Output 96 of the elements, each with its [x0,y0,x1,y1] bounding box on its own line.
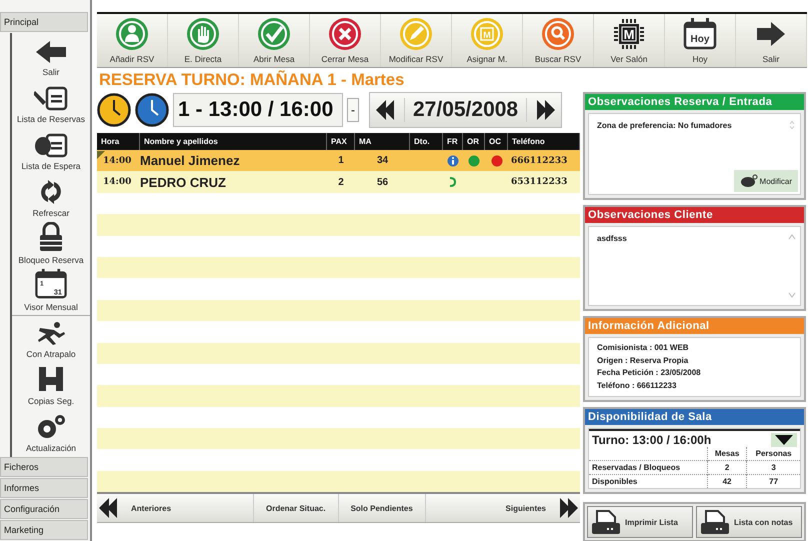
column-header: OR [463,133,485,150]
sidebar-section[interactable]: Informes [0,478,88,498]
table-cell: 653112233 [511,177,568,188]
toolbar-button[interactable]: Salir [736,14,807,67]
dropdown-icon [774,434,794,446]
column-header: Nombre y apellidos [140,133,327,150]
table-cell: 666112233 [511,156,568,166]
sidebar-item[interactable]: Bloqueo Reserva [18,255,84,265]
toolbar-button[interactable]: Buscar RSV [523,14,594,67]
table-cell: 56 [376,176,388,188]
sidebar-tab[interactable]: Principal [0,12,88,32]
clock-icon [97,93,131,127]
sidebar-item[interactable]: Refrescar [32,208,70,218]
table-cell: 34 [376,155,388,166]
table-cell: 42 [722,477,732,486]
toolbar-button[interactable]: Modificar RSV [381,14,452,67]
sidebar-item[interactable]: Lista de Espera [21,161,81,171]
next-icon[interactable] [535,98,558,122]
table-cell: PEDRO CRUZ [140,174,226,190]
runner-icon [36,320,66,346]
toolbar-button[interactable]: Añadir RSV [97,14,168,67]
info-line: Fecha Petición : 23/05/2008 [597,367,702,379]
panel-header: Información Adicional [585,318,804,334]
shift-label: Turno: 13:00 / 16:00h [592,433,712,447]
table-cell: 1 [338,155,344,166]
next-icon [558,496,580,520]
panel-header: Observaciones Cliente [585,207,804,223]
column-header: OC [485,133,508,150]
footer-button[interactable]: Solo Pendientes [338,494,426,522]
scroll-down-icon [787,291,797,299]
document-icon [34,132,68,158]
dropdown-button[interactable] [771,433,797,447]
scroll-down-icon [787,125,797,130]
footer-button[interactable]: Siguientes [494,494,558,522]
printer-icon [591,509,621,535]
table-row[interactable]: 14:00 Manuel Jimenez 1 34 666112233 [97,150,580,172]
shift-dropdown-button[interactable]: - [347,98,359,122]
column-header: Dto. [410,133,443,150]
table-cell: Manuel Jimenez [140,153,240,168]
column-header: Hora [97,133,140,150]
toolbar-button[interactable]: M Ver Salón [594,14,665,67]
scroll-up-icon [787,233,797,241]
gears-icon [35,414,67,440]
chip-icon: M [469,16,505,52]
panel-header: Disponibilidad de Sala [585,409,804,425]
column-header: Mesas [714,449,740,458]
sidebar-section[interactable]: Configuración [0,499,88,519]
print-button[interactable]: Lista con notas [696,506,802,538]
table-cell: 77 [769,477,778,486]
toolbar-button[interactable]: Hoy Hoy [665,14,736,67]
sidebar-item[interactable]: Visor Mensual [24,302,78,312]
table-cell: 2 [338,176,344,188]
column-header: Teléfono [508,133,580,150]
date-display: 27/05/2008 [404,98,528,122]
toolbar-button[interactable]: Cerrar Mesa [310,14,381,67]
column-header: PAX [327,133,355,150]
toolbar-button[interactable]: E. Directa [168,14,239,67]
scroll-up-icon [787,120,797,125]
table-cell: 2 [724,463,730,472]
arrow-left-icon [34,40,68,64]
modify-button[interactable]: Modificar [734,170,798,192]
info-line: Origen : Reserva Propia [597,354,690,367]
toolbar-button[interactable]: Abrir Mesa [239,14,310,67]
previous-icon [97,496,119,520]
clock-icon [135,93,169,127]
sidebar-item[interactable]: Copias Seg. [28,396,74,406]
footer-button[interactable]: Ordenar Situac. [254,494,339,522]
document-icon [34,85,68,111]
sidebar-section[interactable]: Ficheros [0,457,88,477]
info-line: Teléfono : 666112233 [597,380,678,392]
mouse-icon [740,174,758,188]
sidebar-item[interactable]: Con Atrapalo [26,349,76,359]
toolbar-button[interactable]: M Asignar M. [452,14,523,67]
column-header: Personas [756,449,792,458]
printer-icon [700,509,730,535]
table-cell: 14:00 [103,177,132,188]
previous-icon[interactable] [374,98,396,122]
notes-text: Zona de preferencia: No fumadores [596,120,733,132]
info-line: Comisionista : 001 WEB [597,342,690,354]
sidebar-item[interactable]: Actualización [26,443,76,453]
table-row[interactable]: 14:00 PEDRO CRUZ 2 56 653112233 [97,171,580,193]
column-header: MA [355,133,410,150]
sidebar-item[interactable]: Lista de Reservas [16,114,86,124]
column-header: FR [443,133,463,150]
print-button[interactable]: Imprimir Lista [587,506,693,538]
table-cell: 3 [771,463,776,472]
sidebar-item[interactable]: Salir [42,67,60,77]
shift-field[interactable]: 1 - 13:00 / 16:00 [173,93,343,127]
footer-button[interactable]: Anteriores [119,494,254,522]
table-cell: 14:00 [103,156,132,166]
page-title: RESERVA TURNO: MAÑANA 1 - Martes [99,71,406,90]
panel-header: Observaciones Reserva / Entrada [585,94,804,110]
row-label: Reservadas / Bloqueos [592,463,680,472]
row-label: Disponibles [592,477,638,486]
notes-text: asdfsss [596,233,628,245]
sidebar-section[interactable]: Marketing [0,520,88,540]
